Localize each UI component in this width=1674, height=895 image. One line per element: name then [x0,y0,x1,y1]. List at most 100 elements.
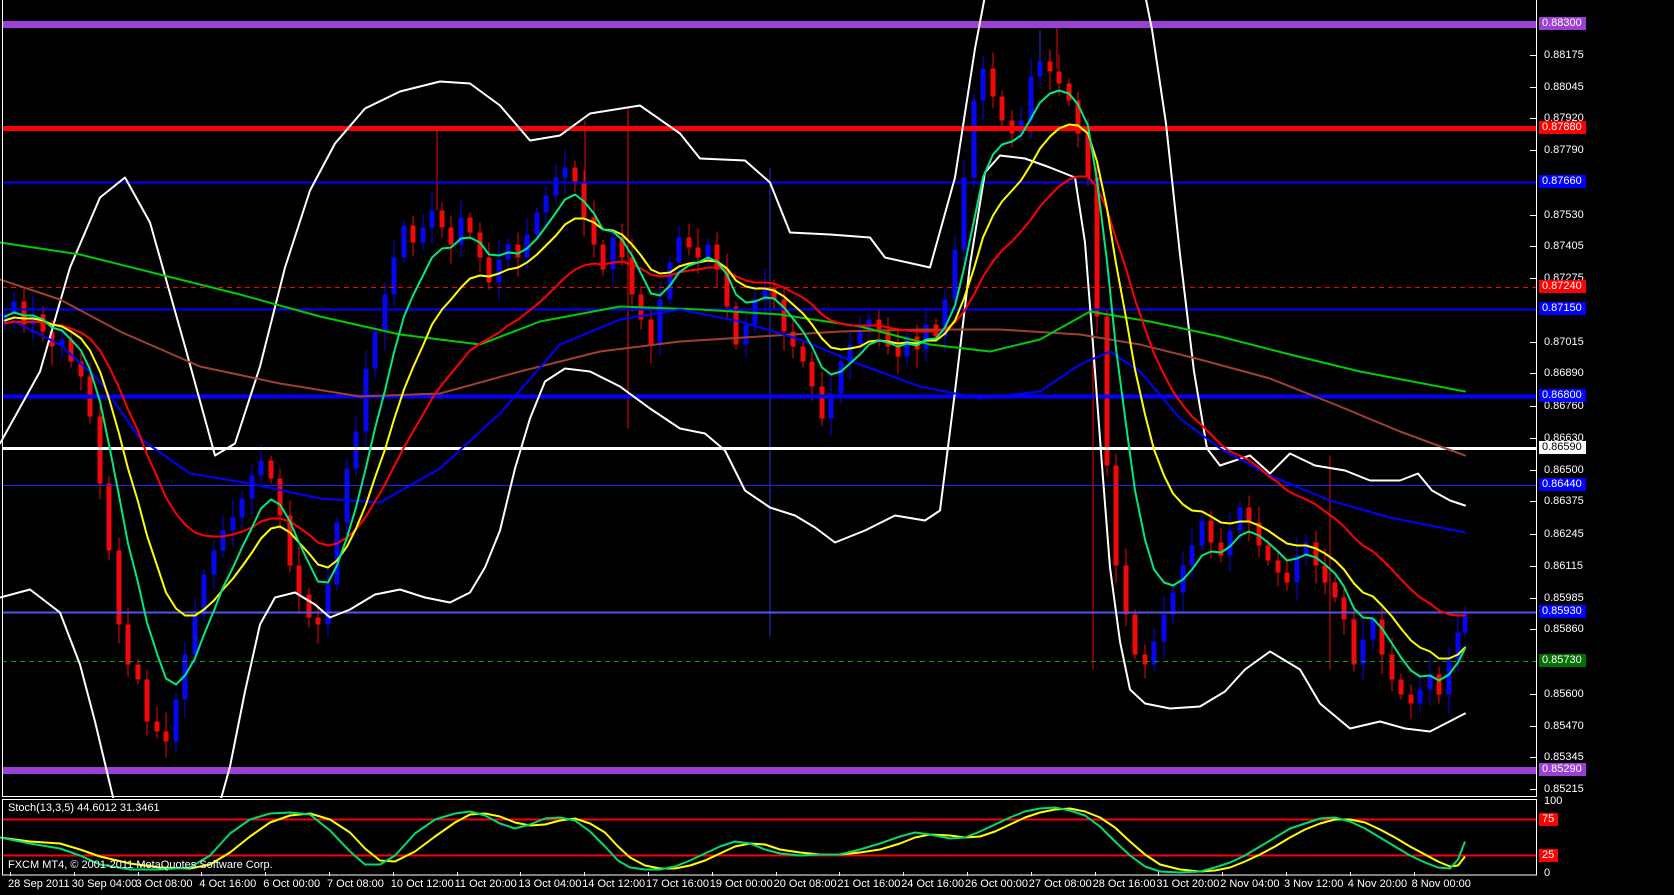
candle-bear [800,346,806,362]
time-tick-mark [1158,872,1160,876]
candle-bear [1047,61,1053,72]
time-tick-mark [648,872,649,876]
candle-bull [1237,507,1243,531]
candle-bull [334,522,340,585]
price-tick-label: 0.85470 [1544,720,1584,732]
candle-bear [1408,694,1414,704]
ema-fast-green [4,89,1466,686]
candle-bear [1246,507,1252,523]
candle-bull [1199,520,1205,546]
candle-bull [961,177,967,250]
time-axis-label: 19 Oct 00:00 [709,878,773,890]
time-tick-mark [1222,872,1224,876]
candle-bear [1351,619,1357,665]
candle-bull [325,584,331,625]
time-tick-mark [1286,872,1287,876]
time-axis-label: 28 Oct 16:00 [1092,878,1156,890]
price-tick-label: 0.88175 [1544,49,1584,61]
time-axis-label: 21 Oct 16:00 [837,878,901,890]
time-tick-mark [1094,872,1096,876]
candle-bear [1389,654,1395,680]
time-tick-mark [1349,872,1351,876]
main-chart-canvas[interactable] [0,0,1537,798]
candle-bull [1161,614,1167,642]
candle-bear [1313,542,1319,566]
candle-bull [496,259,502,283]
candle-bear [648,319,654,345]
candle-bear [410,225,416,243]
band-lower [0,154,1466,798]
candle-bull [401,225,407,258]
candle-bull [1360,639,1366,665]
candle-bear [819,386,825,419]
candle-bear [1132,614,1138,655]
price-level-label: 0.87240 [1539,280,1586,293]
price-tick-label: 0.87015 [1544,336,1584,348]
time-axis-label: 28 Sep 2011 [8,878,70,890]
price-level-label: 0.87880 [1539,121,1586,134]
candle-bull [1446,659,1452,695]
candle-bear [600,244,606,270]
price-tick-label: 0.86245 [1544,528,1584,540]
time-tick-mark [73,872,75,876]
candle-bull [1189,545,1195,566]
candle-bear [106,483,112,551]
candle-bear [809,361,815,387]
candle-bull [980,68,986,101]
time-tick-mark [329,872,330,876]
ema-mid-yellow [4,123,1466,660]
candle-bull [429,210,435,228]
time-axis-label: 24 Oct 16:00 [901,878,965,890]
candle-bear [306,594,312,618]
price-tick-label: 0.86115 [1544,560,1583,572]
candle-bear [1208,520,1214,543]
candle-bull [857,331,863,345]
candle-bear [572,167,578,183]
candle-bear [1123,565,1129,615]
time-tick-mark [201,872,203,876]
stoch-axis-label: 75 [1539,812,1559,826]
time-axis-label: 11 Oct 20:00 [454,878,517,890]
price-level-label: 0.88300 [1539,17,1586,30]
candle-bear [1322,565,1328,583]
candle-bull [1370,619,1376,640]
time-tick-mark [839,872,841,876]
candle-bear [1113,465,1119,566]
price-axis[interactable]: 0.88175 0.88045 0.87920 0.87790 0.87530 0.874… [1538,0,1674,879]
time-axis[interactable]: 28 Sep 2011 30 Sep 04:00 3 Oct 08:00 4 Oct … [0,872,1674,895]
candle-bear [268,460,274,479]
price-tick-label: 0.87530 [1544,209,1584,221]
candle-bull [239,498,245,518]
candle-bear [486,257,492,283]
time-axis-label: 20 Oct 08:00 [773,878,837,890]
candle-bear [1436,674,1442,695]
price-tick-label: 0.86375 [1544,495,1584,507]
band-upper [0,0,1466,507]
time-axis-label: 8 Nov 00:00 [1411,878,1471,890]
price-level-label: 0.86800 [1539,389,1586,402]
stochastic-indicator-label: Stoch(13,3,5) 44.6012 31.3461 [8,802,160,814]
candle-bear [163,731,169,742]
candle-bear [21,301,27,325]
time-tick-mark [137,872,139,876]
candle-bull [543,195,549,213]
candle-bear [315,617,321,625]
time-axis-label: 26 Oct 00:00 [965,878,1028,890]
candle-bear [714,244,720,270]
candle-bull [657,299,663,345]
candle-bear [1341,597,1347,620]
candle-bull [391,257,397,295]
price-level-label: 0.87660 [1539,175,1586,188]
candle-bull [952,249,958,300]
time-tick-mark [903,872,905,876]
candle-bull [838,361,844,394]
time-tick-mark [10,872,11,876]
candle-bull [676,237,682,263]
candle-bull [1037,61,1043,77]
candle-bull [553,177,559,196]
candle-bull [363,368,369,432]
time-axis-label: 3 Nov 12:00 [1284,878,1344,890]
candle-bear [999,96,1005,121]
price-tick-label: 0.85600 [1544,688,1584,700]
time-axis-label: 31 Oct 20:00 [1156,878,1220,890]
